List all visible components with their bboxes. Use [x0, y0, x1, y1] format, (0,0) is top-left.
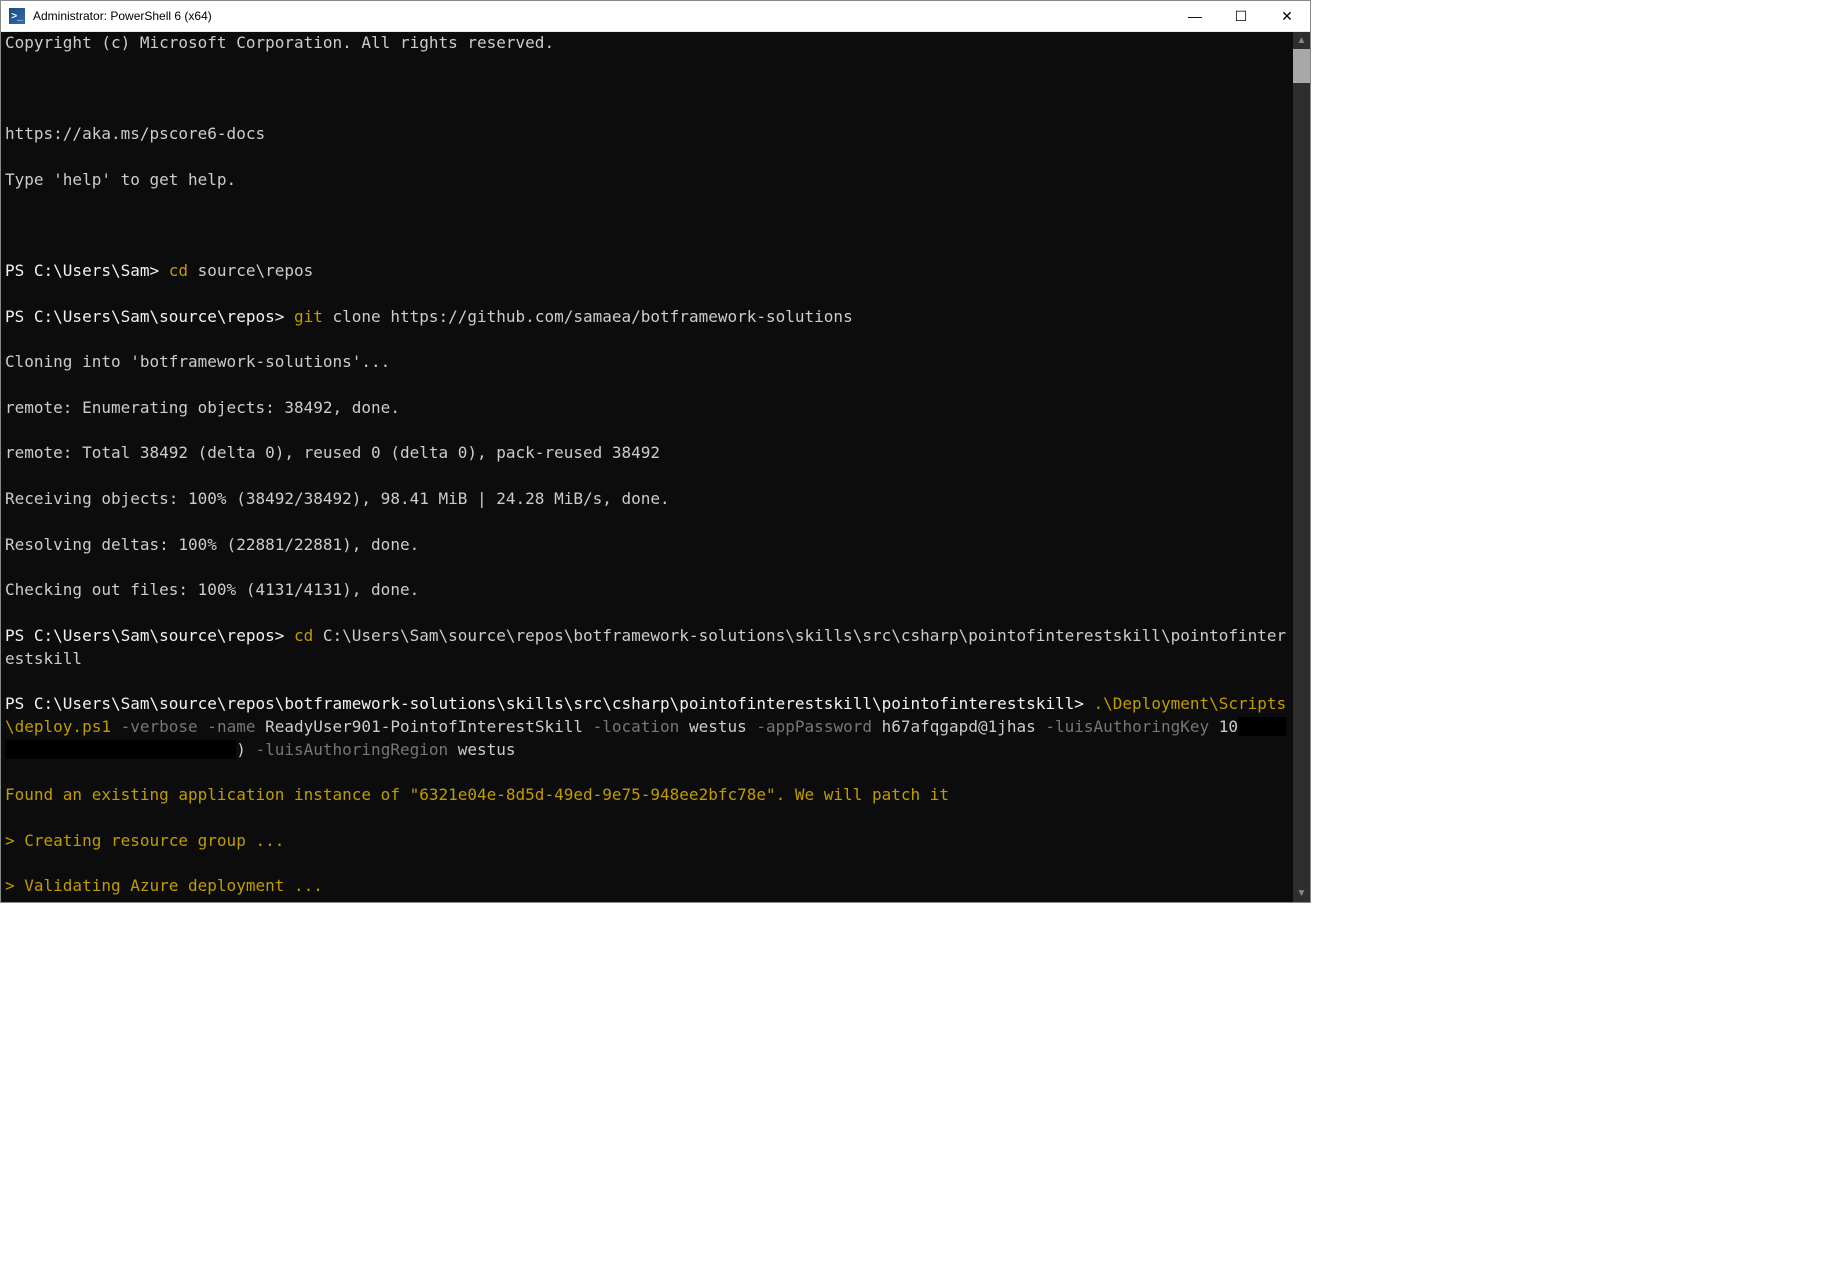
prompt-line-3: PS C:\Users\Sam\source\repos> cd C:\User… [5, 625, 1289, 671]
clone-output: Checking out files: 100% (4131/4131), do… [5, 579, 1289, 602]
clone-output: Resolving deltas: 100% (22881/22881), do… [5, 534, 1289, 557]
step-rg: > Creating resource group ... [5, 830, 1289, 853]
prompt-line-2: PS C:\Users\Sam\source\repos> git clone … [5, 306, 1289, 329]
close-button[interactable]: ✕ [1264, 1, 1310, 31]
scroll-thumb[interactable] [1293, 49, 1310, 83]
scroll-down-icon[interactable]: ▼ [1293, 885, 1310, 902]
clone-output: remote: Total 38492 (delta 0), reused 0 … [5, 442, 1289, 465]
client-area: Copyright (c) Microsoft Corporation. All… [1, 32, 1310, 902]
docs-url: https://aka.ms/pscore6-docs [5, 123, 1289, 146]
copyright-line: Copyright (c) Microsoft Corporation. All… [5, 32, 1289, 55]
window-controls: — ☐ ✕ [1172, 1, 1310, 31]
powershell-window: >_ Administrator: PowerShell 6 (x64) — ☐… [0, 0, 1311, 903]
window-title: Administrator: PowerShell 6 (x64) [33, 9, 1172, 23]
found-existing: Found an existing application instance o… [5, 784, 1289, 807]
clone-output: Receiving objects: 100% (38492/38492), 9… [5, 488, 1289, 511]
powershell-icon: >_ [9, 8, 25, 24]
minimize-button[interactable]: — [1172, 1, 1218, 31]
help-hint: Type 'help' to get help. [5, 169, 1289, 192]
prompt-line-4: PS C:\Users\Sam\source\repos\botframewor… [5, 693, 1289, 761]
scroll-up-icon[interactable]: ▲ [1293, 32, 1310, 49]
prompt-line-1: PS C:\Users\Sam> cd source\repos [5, 260, 1289, 283]
titlebar[interactable]: >_ Administrator: PowerShell 6 (x64) — ☐… [1, 1, 1310, 32]
step-valid: > Validating Azure deployment ... [5, 875, 1289, 898]
terminal-output[interactable]: Copyright (c) Microsoft Corporation. All… [1, 32, 1293, 902]
clone-output: remote: Enumerating objects: 38492, done… [5, 397, 1289, 420]
maximize-button[interactable]: ☐ [1218, 1, 1264, 31]
vertical-scrollbar[interactable]: ▲ ▼ [1293, 32, 1310, 902]
clone-output: Cloning into 'botframework-solutions'... [5, 351, 1289, 374]
